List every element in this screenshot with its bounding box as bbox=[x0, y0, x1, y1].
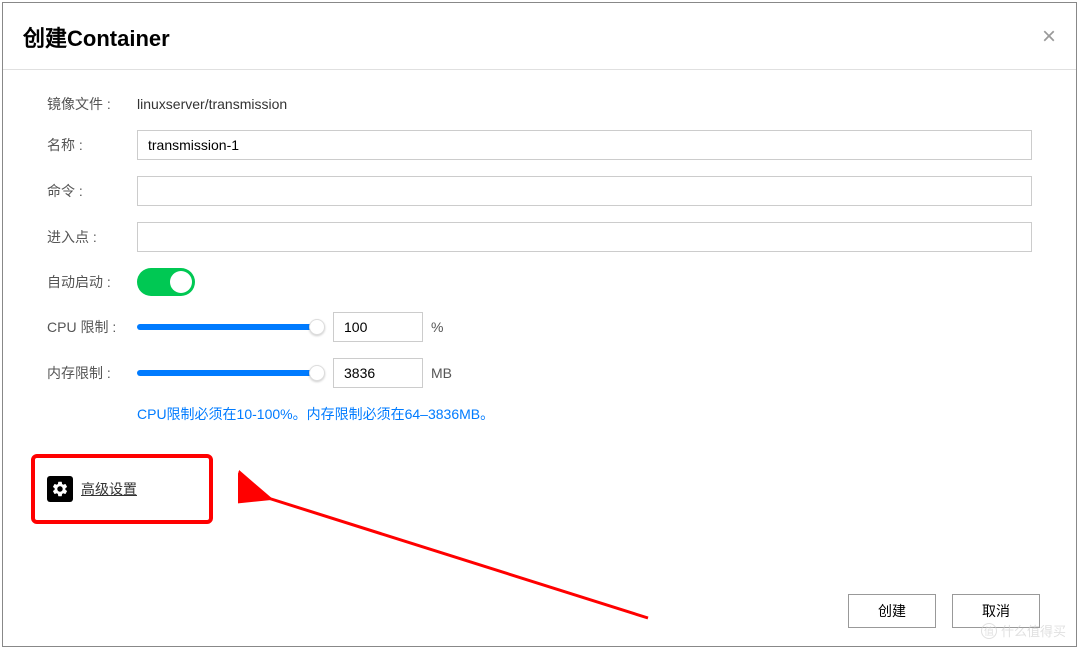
image-file-value: linuxserver/transmission bbox=[137, 96, 287, 112]
cpu-limit-label: CPU 限制 : bbox=[47, 317, 137, 337]
dialog-header: 创建Container × bbox=[3, 3, 1076, 70]
slider-thumb[interactable] bbox=[309, 365, 325, 381]
command-input[interactable] bbox=[137, 176, 1032, 206]
cpu-limit-slider[interactable] bbox=[137, 324, 317, 330]
advanced-highlight-box: 高级设置 bbox=[31, 454, 213, 524]
entrypoint-input[interactable] bbox=[137, 222, 1032, 252]
image-file-row: 镜像文件 : linuxserver/transmission bbox=[47, 94, 1032, 114]
create-container-dialog: 创建Container × 镜像文件 : linuxserver/transmi… bbox=[2, 2, 1077, 647]
memory-limit-slider[interactable] bbox=[137, 370, 317, 376]
cpu-limit-input[interactable] bbox=[333, 312, 423, 342]
watermark-text: 什么值得买 bbox=[1001, 621, 1066, 640]
memory-limit-input[interactable] bbox=[333, 358, 423, 388]
entrypoint-label: 进入点 : bbox=[47, 227, 137, 247]
limit-hint: CPU限制必须在10-100%。内存限制必须在64–3836MB。 bbox=[137, 404, 1032, 424]
cpu-limit-row: CPU 限制 : % bbox=[47, 312, 1032, 342]
advanced-settings-label: 高级设置 bbox=[81, 479, 137, 499]
slider-thumb[interactable] bbox=[309, 319, 325, 335]
close-icon[interactable]: × bbox=[1042, 25, 1056, 49]
create-button[interactable]: 创建 bbox=[848, 594, 936, 628]
auto-start-toggle[interactable] bbox=[137, 268, 195, 296]
dialog-body: 镜像文件 : linuxserver/transmission 名称 : 命令 … bbox=[3, 70, 1076, 524]
command-label: 命令 : bbox=[47, 181, 137, 201]
memory-limit-label: 内存限制 : bbox=[47, 363, 137, 383]
name-row: 名称 : bbox=[47, 130, 1032, 160]
cpu-limit-unit: % bbox=[431, 319, 443, 335]
watermark-icon: 值 bbox=[981, 623, 997, 639]
memory-limit-unit: MB bbox=[431, 365, 452, 381]
auto-start-row: 自动启动 : bbox=[47, 268, 1032, 296]
watermark: 值 什么值得买 bbox=[981, 621, 1066, 640]
command-row: 命令 : bbox=[47, 176, 1032, 206]
memory-limit-row: 内存限制 : MB bbox=[47, 358, 1032, 388]
name-label: 名称 : bbox=[47, 135, 137, 155]
gear-icon bbox=[47, 476, 73, 502]
auto-start-label: 自动启动 : bbox=[47, 272, 137, 292]
entrypoint-row: 进入点 : bbox=[47, 222, 1032, 252]
advanced-settings-button[interactable]: 高级设置 bbox=[45, 472, 139, 506]
toggle-knob bbox=[170, 271, 192, 293]
name-input[interactable] bbox=[137, 130, 1032, 160]
image-file-label: 镜像文件 : bbox=[47, 94, 137, 114]
dialog-title: 创建Container bbox=[23, 21, 170, 53]
